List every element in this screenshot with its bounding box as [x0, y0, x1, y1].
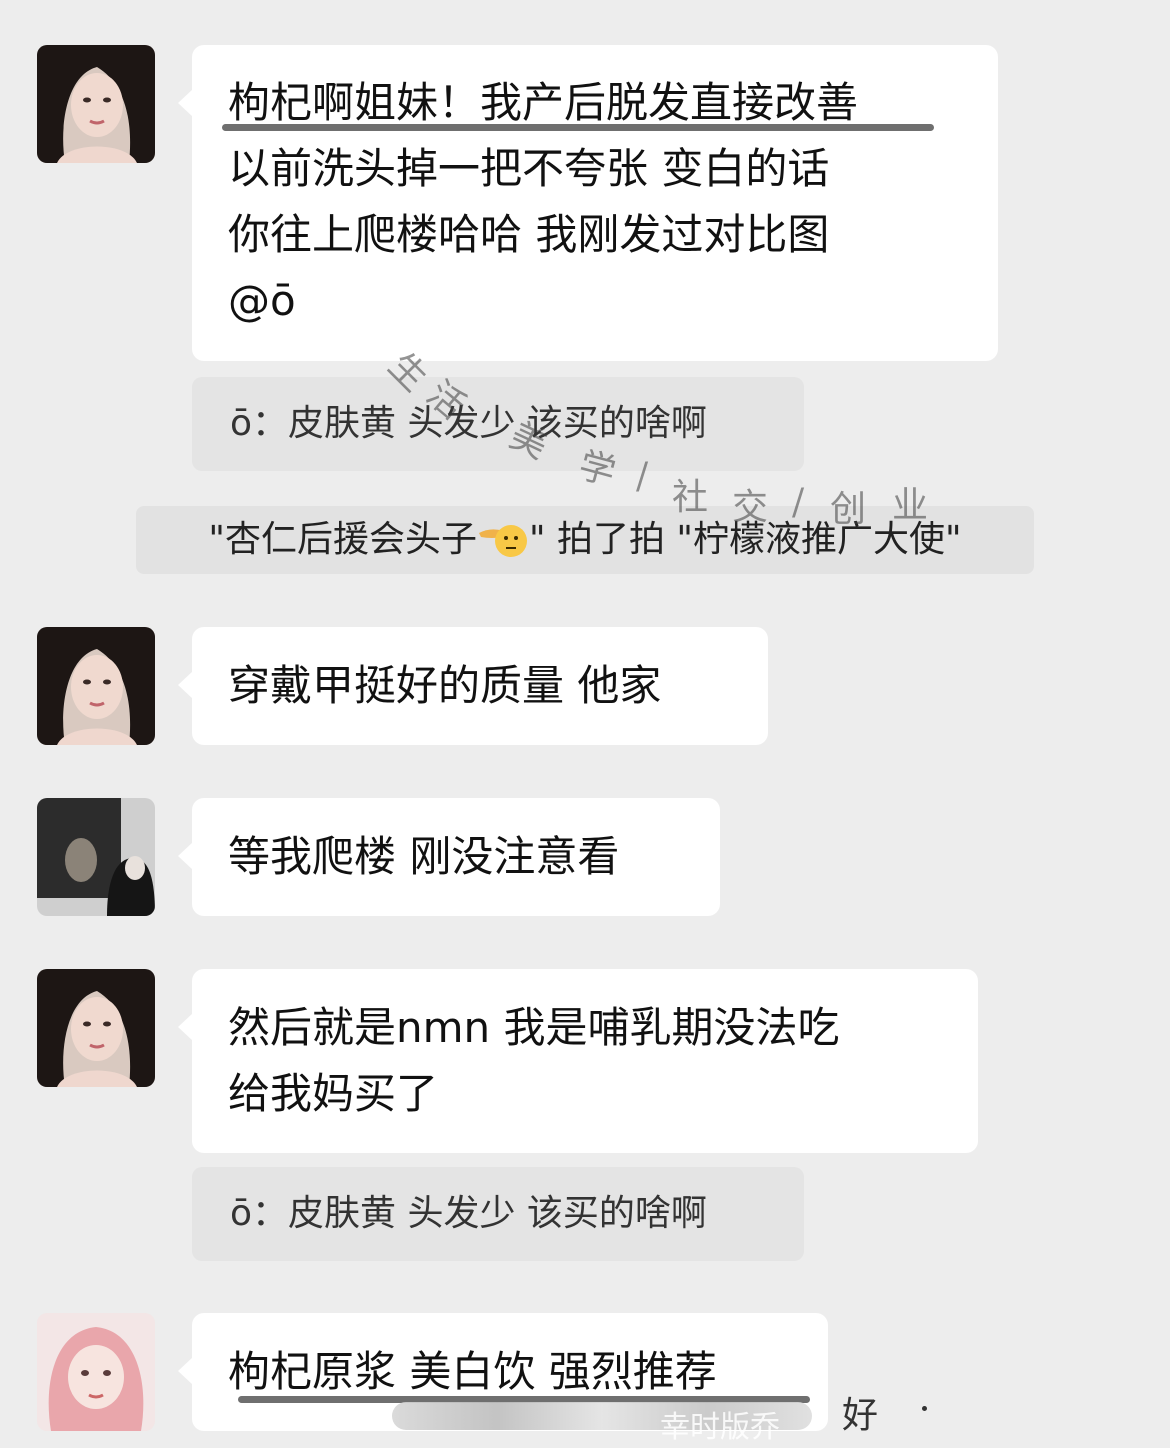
quote-text: ō：皮肤黄 头发少 该买的啥啊	[230, 1193, 707, 1234]
pink-hair-avatar-icon	[37, 1313, 155, 1431]
message-line: 你往上爬楼哈哈 我刚发过对比图	[228, 210, 830, 259]
bubble-tail	[178, 1357, 193, 1385]
quoted-message[interactable]: ō：皮肤黄 头发少 该买的啥啊	[192, 377, 804, 471]
bubble-tail	[178, 671, 193, 699]
woman-avatar-icon	[37, 627, 155, 745]
message-line: 等我爬楼 刚没注意看	[228, 832, 620, 881]
bubble-tail	[178, 1013, 193, 1041]
avatar[interactable]	[37, 1313, 155, 1431]
footer-char: 好	[842, 1395, 879, 1436]
avatar[interactable]	[37, 45, 155, 163]
message-bubble[interactable]: 枸杞啊姐妹！我产后脱发直接改善 以前洗头掉一把不夸张 变白的话 你往上爬楼哈哈 …	[178, 45, 998, 361]
quoted-message[interactable]: ō：皮肤黄 头发少 该买的啥啊	[192, 1167, 804, 1261]
message-line: 然后就是nmn 我是哺乳期没法吃	[228, 1003, 840, 1052]
woman-avatar-icon	[37, 45, 155, 163]
avatar[interactable]	[37, 798, 155, 916]
system-text-part: "杏仁后援会头子	[208, 519, 477, 560]
dot-marker	[922, 1406, 927, 1411]
pointing-hand-face-icon	[477, 514, 529, 557]
footer-watermark-text: 幸时版乔	[660, 1410, 780, 1445]
message-bubble[interactable]: 然后就是nmn 我是哺乳期没法吃 给我妈买了	[178, 969, 978, 1153]
message-line: 穿戴甲挺好的质量 他家	[228, 661, 662, 710]
photo-frame-avatar-icon	[37, 798, 155, 916]
message-line: @ō	[228, 276, 296, 325]
message-bubble[interactable]: 穿戴甲挺好的质量 他家	[178, 627, 768, 745]
highlight-underline	[222, 124, 934, 131]
bubble-tail	[178, 842, 193, 870]
bubble-tail	[178, 89, 193, 117]
system-text-part: " 拍了拍 "柠檬液推广大使"	[528, 519, 962, 560]
avatar[interactable]	[37, 969, 155, 1087]
message-bubble[interactable]: 等我爬楼 刚没注意看	[178, 798, 720, 916]
quote-text: ō：皮肤黄 头发少 该买的啥啊	[230, 403, 707, 444]
system-pat-message: "杏仁后援会头子 " 拍了拍 "柠檬液推广大使"	[136, 506, 1034, 574]
message-line: 以前洗头掉一把不夸张 变白的话	[228, 144, 830, 193]
message-line: 给我妈买了	[228, 1069, 439, 1118]
avatar[interactable]	[37, 627, 155, 745]
woman-avatar-icon	[37, 969, 155, 1087]
